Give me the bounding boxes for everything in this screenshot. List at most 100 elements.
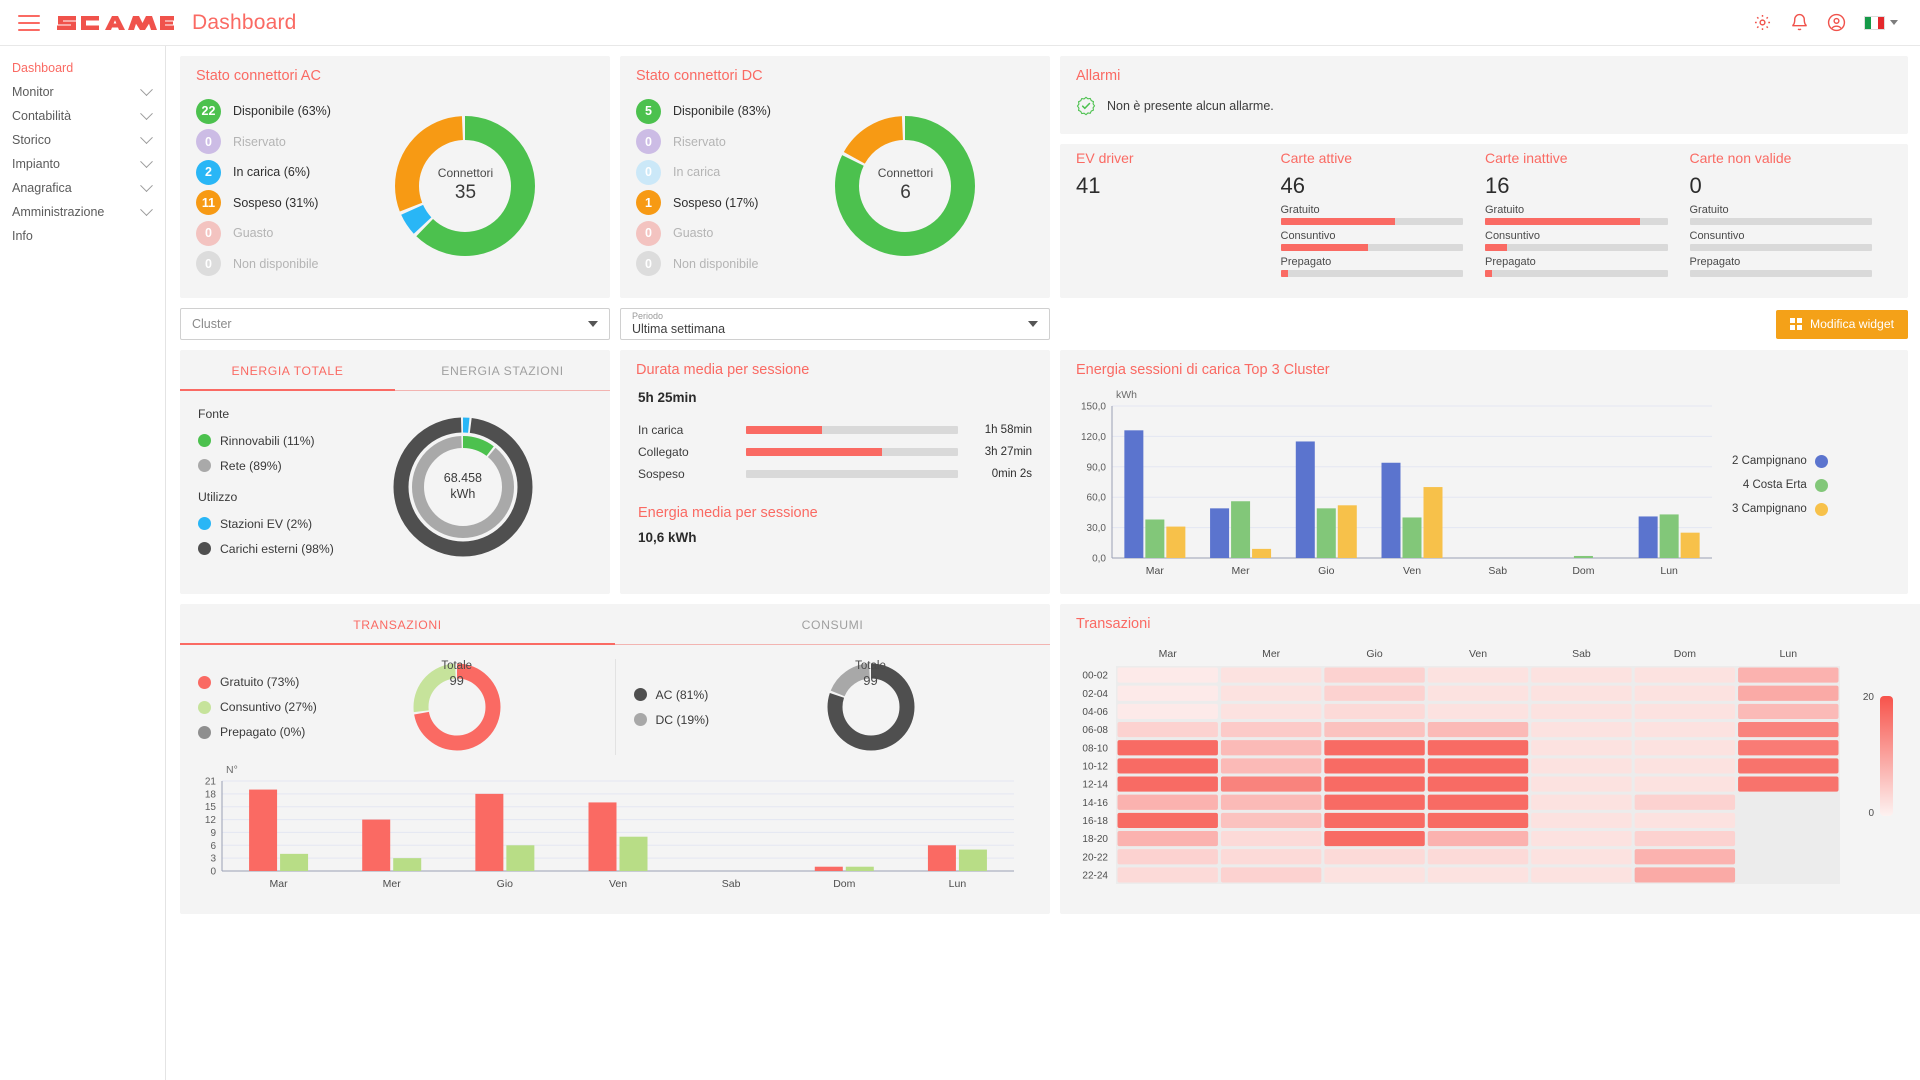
heatmap-cell[interactable] <box>1634 812 1736 828</box>
sidebar-item-monitor[interactable]: Monitor <box>0 80 165 104</box>
heatmap-cell[interactable] <box>1427 740 1529 756</box>
heatmap-cell[interactable] <box>1324 867 1425 883</box>
sidebar-item-impianto[interactable]: Impianto <box>0 152 165 176</box>
heatmap-cell[interactable] <box>1738 685 1839 701</box>
heatmap-cell[interactable] <box>1634 667 1736 683</box>
heatmap-cell[interactable] <box>1531 849 1632 865</box>
sidebar-item-amministrazione[interactable]: Amministrazione <box>0 200 165 224</box>
heatmap-cell[interactable] <box>1634 685 1736 701</box>
heatmap-cell[interactable] <box>1634 831 1736 847</box>
heatmap-cell[interactable] <box>1738 703 1839 719</box>
heatmap-cell[interactable] <box>1531 776 1632 792</box>
heatmap-cell[interactable] <box>1738 722 1839 738</box>
heatmap-cell[interactable] <box>1738 867 1839 883</box>
heatmap-cell[interactable] <box>1738 794 1839 810</box>
heatmap-cell[interactable] <box>1220 722 1322 738</box>
heatmap-cell[interactable] <box>1324 758 1425 774</box>
heatmap-cell[interactable] <box>1634 722 1736 738</box>
heatmap-cell[interactable] <box>1324 831 1425 847</box>
heatmap-cell[interactable] <box>1117 722 1218 738</box>
sidebar-item-storico[interactable]: Storico <box>0 128 165 152</box>
heatmap-cell[interactable] <box>1117 867 1218 883</box>
sidebar-item-dashboard[interactable]: Dashboard <box>0 56 165 80</box>
heatmap-cell[interactable] <box>1634 758 1736 774</box>
heatmap-cell[interactable] <box>1324 812 1425 828</box>
heatmap-cell[interactable] <box>1324 849 1425 865</box>
heatmap-cell[interactable] <box>1738 831 1839 847</box>
heatmap-cell[interactable] <box>1531 722 1632 738</box>
heatmap-cell[interactable] <box>1531 758 1632 774</box>
heatmap-cell[interactable] <box>1220 667 1322 683</box>
heatmap-cell[interactable] <box>1427 849 1529 865</box>
heatmap-cell[interactable] <box>1531 703 1632 719</box>
heatmap-cell[interactable] <box>1220 794 1322 810</box>
heatmap-cell[interactable] <box>1531 831 1632 847</box>
heatmap-cell[interactable] <box>1427 776 1529 792</box>
hamburger-menu-icon[interactable] <box>18 14 40 31</box>
heatmap-cell[interactable] <box>1117 703 1218 719</box>
heatmap-cell[interactable] <box>1220 740 1322 756</box>
heatmap-cell[interactable] <box>1220 776 1322 792</box>
tab-transazioni[interactable]: TRANSAZIONI <box>180 604 615 645</box>
heatmap-cell[interactable] <box>1427 722 1529 738</box>
heatmap-cell[interactable] <box>1634 776 1736 792</box>
heatmap-cell[interactable] <box>1738 667 1839 683</box>
heatmap-cell[interactable] <box>1427 703 1529 719</box>
gear-icon[interactable] <box>1753 13 1772 32</box>
heatmap-cell[interactable] <box>1531 685 1632 701</box>
sidebar-item-anagrafica[interactable]: Anagrafica <box>0 176 165 200</box>
heatmap-cell[interactable] <box>1324 740 1425 756</box>
heatmap-cell[interactable] <box>1634 703 1736 719</box>
periodo-select[interactable]: Periodo Ultima settimana <box>620 308 1050 340</box>
heatmap-cell[interactable] <box>1427 867 1529 883</box>
heatmap-cell[interactable] <box>1220 849 1322 865</box>
heatmap-cell[interactable] <box>1427 667 1529 683</box>
heatmap-cell[interactable] <box>1427 812 1529 828</box>
heatmap-cell[interactable] <box>1220 685 1322 701</box>
tab-consumi[interactable]: CONSUMI <box>615 604 1050 644</box>
heatmap-cell[interactable] <box>1427 758 1529 774</box>
language-selector[interactable] <box>1864 15 1898 30</box>
heatmap-cell[interactable] <box>1531 740 1632 756</box>
heatmap-cell[interactable] <box>1634 849 1736 865</box>
heatmap-cell[interactable] <box>1220 867 1322 883</box>
heatmap-cell[interactable] <box>1738 849 1839 865</box>
heatmap-cell[interactable] <box>1324 794 1425 810</box>
heatmap-cell[interactable] <box>1634 867 1736 883</box>
heatmap-cell[interactable] <box>1634 740 1736 756</box>
heatmap-cell[interactable] <box>1117 831 1218 847</box>
heatmap-cell[interactable] <box>1220 703 1322 719</box>
heatmap-cell[interactable] <box>1117 740 1218 756</box>
user-icon[interactable] <box>1827 13 1846 32</box>
heatmap-cell[interactable] <box>1324 685 1425 701</box>
heatmap-cell[interactable] <box>1117 758 1218 774</box>
heatmap-cell[interactable] <box>1117 685 1218 701</box>
heatmap-cell[interactable] <box>1531 867 1632 883</box>
heatmap-cell[interactable] <box>1427 794 1529 810</box>
heatmap-cell[interactable] <box>1324 703 1425 719</box>
heatmap-cell[interactable] <box>1117 776 1218 792</box>
heatmap-cell[interactable] <box>1220 758 1322 774</box>
heatmap-cell[interactable] <box>1117 667 1218 683</box>
tab-energia-stazioni[interactable]: ENERGIA STAZIONI <box>395 350 610 390</box>
heatmap-cell[interactable] <box>1324 667 1425 683</box>
heatmap-cell[interactable] <box>1531 812 1632 828</box>
heatmap-cell[interactable] <box>1427 685 1529 701</box>
sidebar-item-contabilita[interactable]: Contabilità <box>0 104 165 128</box>
heatmap-cell[interactable] <box>1220 831 1322 847</box>
heatmap-cell[interactable] <box>1738 776 1839 792</box>
heatmap-cell[interactable] <box>1634 794 1736 810</box>
heatmap-cell[interactable] <box>1531 667 1632 683</box>
heatmap-cell[interactable] <box>1117 794 1218 810</box>
heatmap-cell[interactable] <box>1324 722 1425 738</box>
sidebar-item-info[interactable]: Info <box>0 224 165 248</box>
heatmap-cell[interactable] <box>1117 812 1218 828</box>
heatmap-cell[interactable] <box>1738 758 1839 774</box>
bell-icon[interactable] <box>1790 13 1809 32</box>
heatmap-cell[interactable] <box>1324 776 1425 792</box>
heatmap-cell[interactable] <box>1738 812 1839 828</box>
heatmap-cell[interactable] <box>1220 812 1322 828</box>
tab-energia-totale[interactable]: ENERGIA TOTALE <box>180 350 395 391</box>
heatmap-cell[interactable] <box>1427 831 1529 847</box>
cluster-select[interactable]: Cluster <box>180 308 610 340</box>
